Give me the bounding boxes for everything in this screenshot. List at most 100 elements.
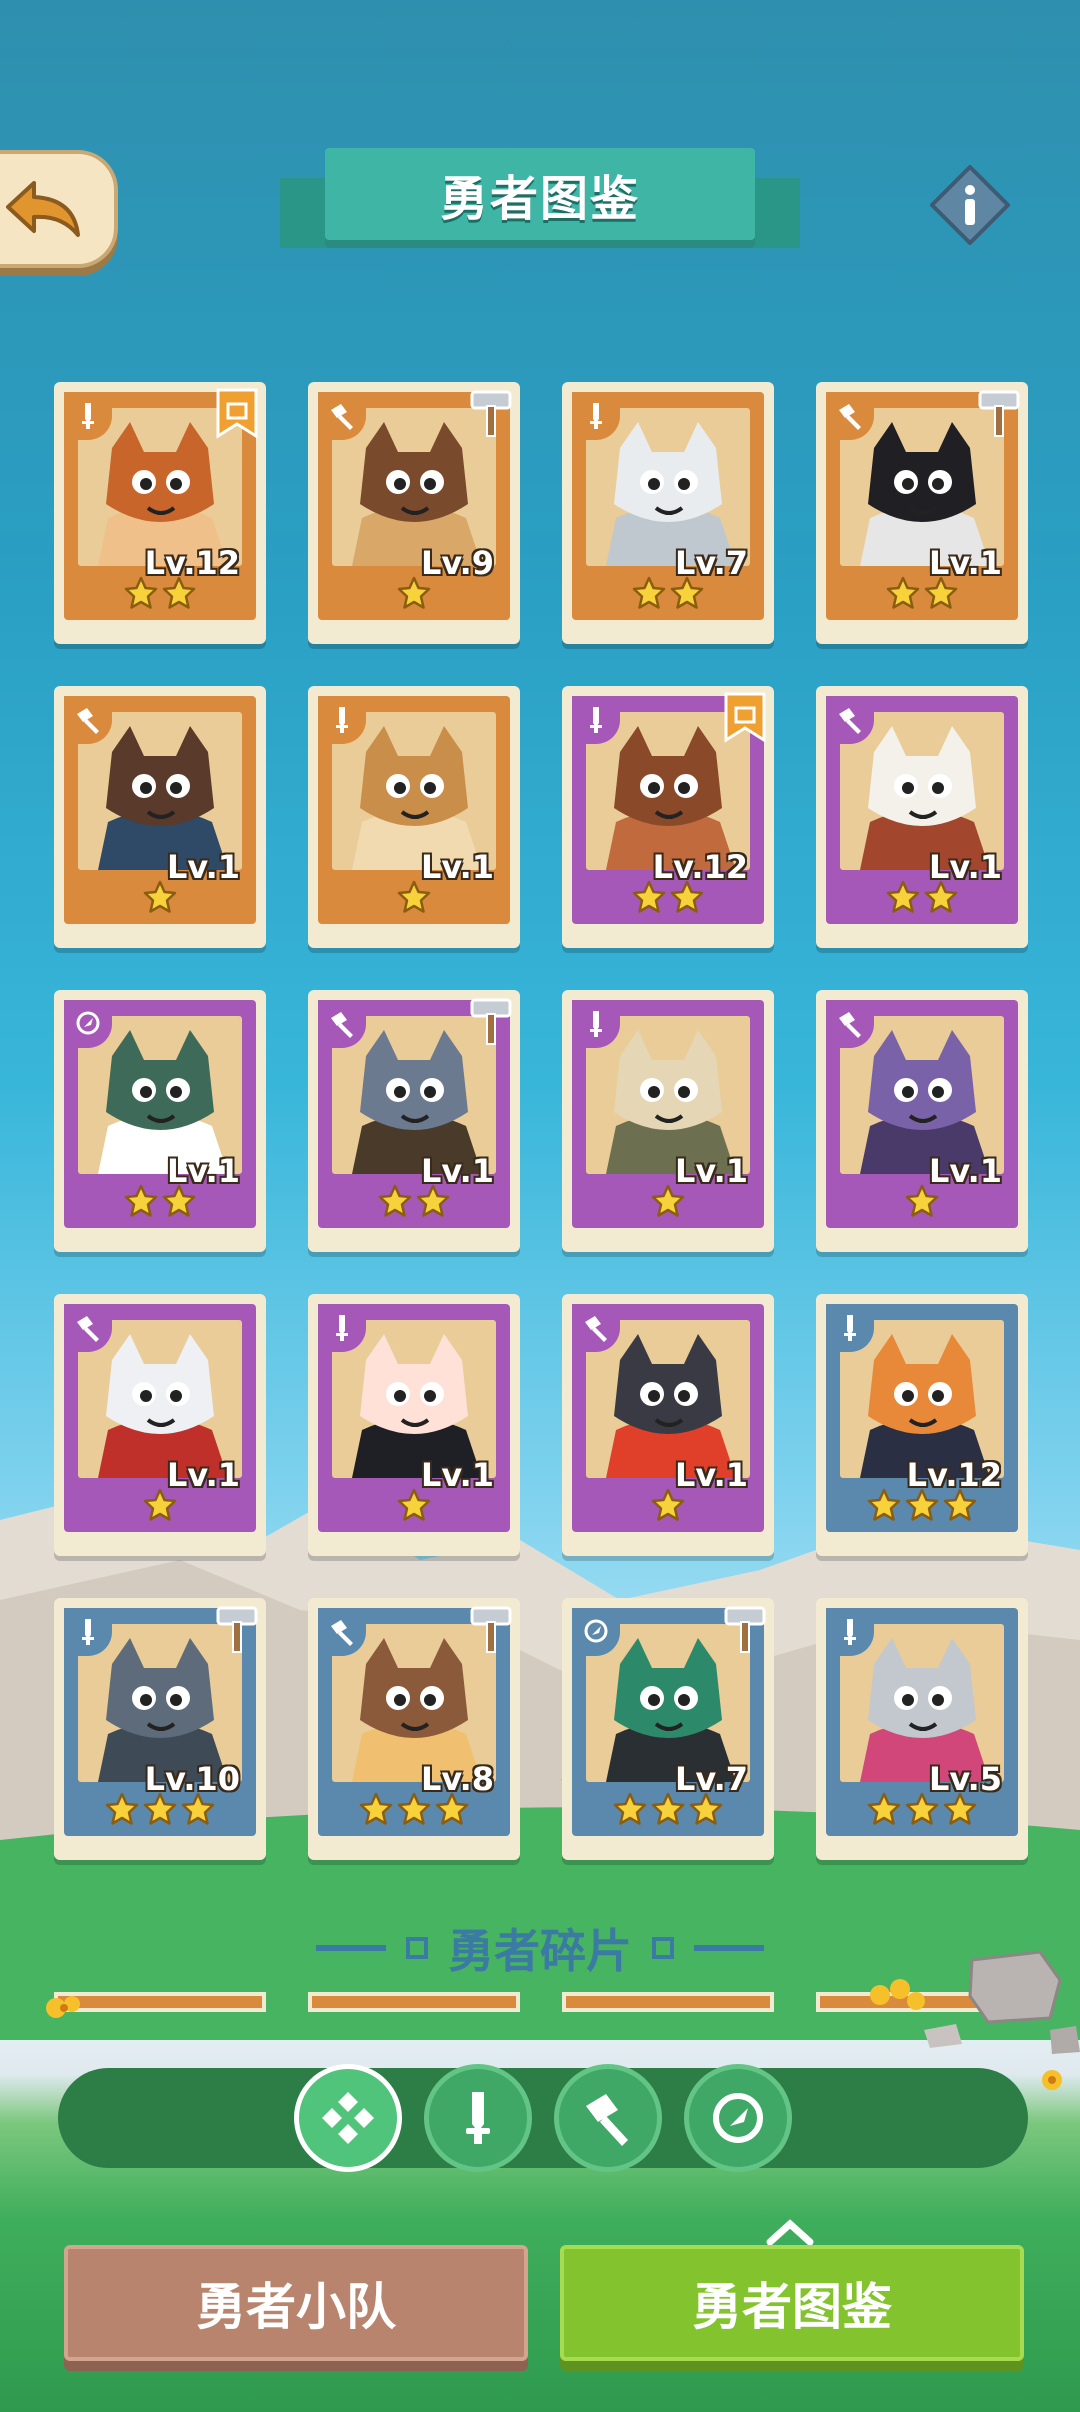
hero-card[interactable]: Lv.1 <box>54 686 266 948</box>
hero-card[interactable]: Lv.5 <box>816 1598 1028 1860</box>
star-icon <box>143 1792 177 1825</box>
hammer-tag-icon <box>216 1606 258 1653</box>
hammer-icon <box>839 404 861 430</box>
hammer-tag-icon <box>470 998 512 1045</box>
hero-star-rating <box>318 576 510 610</box>
sword-icon <box>336 707 348 733</box>
hero-codex-tab[interactable]: 勇者图鉴 <box>560 2245 1024 2361</box>
hero-star-rating <box>318 880 510 914</box>
hero-class-badge <box>826 392 874 440</box>
star-icon <box>670 576 704 609</box>
sword-icon <box>336 1315 348 1341</box>
flower-decoration <box>1042 2070 1062 2090</box>
title-banner: 勇者图鉴 <box>280 140 800 260</box>
hero-card[interactable]: Lv.1 <box>54 990 266 1252</box>
hero-class-badge <box>572 1304 620 1352</box>
hero-card[interactable]: Lv.1 <box>562 1294 774 1556</box>
hero-card-frame: Lv.10 <box>64 1606 258 1836</box>
star-icon <box>105 1792 139 1825</box>
hero-card[interactable]: Lv.1 <box>816 990 1028 1252</box>
hero-card[interactable]: Lv.12 <box>54 382 266 644</box>
star-icon <box>162 1184 196 1217</box>
hero-card[interactable]: Lv.1 <box>816 686 1028 948</box>
hero-card[interactable]: Lv.1 <box>54 1294 266 1556</box>
hero-star-rating <box>826 1792 1018 1826</box>
hero-card[interactable]: Lv.12 <box>562 686 774 948</box>
hero-star-rating <box>64 1488 256 1522</box>
star-icon <box>905 1488 939 1521</box>
hammer-tag-icon <box>978 390 1020 437</box>
hero-star-rating <box>826 880 1018 914</box>
title-plate: 勇者图鉴 <box>325 148 755 240</box>
active-tab-chevron-icon <box>766 2219 814 2246</box>
hero-card[interactable]: Lv.1 <box>308 686 520 948</box>
star-icon <box>397 880 431 913</box>
filter-compass-button[interactable] <box>684 2064 792 2172</box>
divider-square <box>652 1937 674 1959</box>
star-icon <box>924 880 958 913</box>
hero-class-badge <box>318 1000 366 1048</box>
upgrade-tag-icon <box>724 692 766 743</box>
hammer-tag-icon <box>470 1606 512 1653</box>
hero-star-rating <box>826 576 1018 610</box>
fragment-card[interactable] <box>562 1992 774 2012</box>
hero-card[interactable]: Lv.1 <box>308 1294 520 1556</box>
hammer-tag-icon <box>724 1606 766 1653</box>
hammer-icon <box>331 404 353 430</box>
hero-class-badge <box>64 1304 112 1352</box>
hero-card[interactable]: Lv.7 <box>562 1598 774 1860</box>
star-icon <box>397 576 431 609</box>
star-icon <box>143 1488 177 1521</box>
hero-card-frame: Lv.1 <box>826 390 1020 620</box>
hammer-tag-icon <box>470 390 512 437</box>
hero-card[interactable]: Lv.1 <box>562 990 774 1252</box>
hero-card[interactable]: Lv.10 <box>54 1598 266 1860</box>
hero-card-frame: Lv.1 <box>572 1000 764 1228</box>
filter-all-button[interactable] <box>294 2064 402 2172</box>
hero-star-rating <box>64 576 256 610</box>
back-button[interactable] <box>0 150 118 268</box>
hero-class-badge <box>318 696 366 744</box>
star-icon <box>632 576 666 609</box>
filter-sword-button[interactable] <box>424 2064 532 2172</box>
info-button[interactable] <box>929 164 1011 246</box>
hero-card[interactable]: Lv.9 <box>308 382 520 644</box>
hero-card-frame: Lv.1 <box>572 1304 764 1532</box>
fragment-card[interactable] <box>308 1992 520 2012</box>
hero-class-badge <box>318 1304 366 1352</box>
hero-card[interactable]: Lv.8 <box>308 1598 520 1860</box>
star-icon <box>905 1184 939 1217</box>
compass-icon <box>584 1619 608 1643</box>
star-icon <box>867 1792 901 1825</box>
hero-team-tab[interactable]: 勇者小队 <box>64 2245 528 2361</box>
hero-star-rating <box>318 1792 510 1826</box>
star-icon <box>651 1792 685 1825</box>
sword-icon <box>466 2092 490 2144</box>
hero-card-frame: Lv.1 <box>64 1304 256 1532</box>
hero-card[interactable]: Lv.1 <box>308 990 520 1252</box>
hero-card-frame: Lv.1 <box>826 1000 1018 1228</box>
sword-icon <box>82 403 94 429</box>
class-filter-bar <box>58 2068 1028 2168</box>
compass-icon <box>76 1011 100 1035</box>
hero-class-badge <box>572 1000 620 1048</box>
hero-card-frame: Lv.7 <box>572 1606 766 1836</box>
star-icon <box>359 1792 393 1825</box>
flower-decoration <box>46 1996 80 2018</box>
star-icon <box>124 1184 158 1217</box>
hammer-icon <box>77 708 99 734</box>
flower-decoration <box>870 1979 925 2010</box>
hero-card-frame: Lv.8 <box>318 1606 512 1836</box>
star-icon <box>397 1792 431 1825</box>
hero-star-rating <box>64 1184 256 1218</box>
hero-card[interactable]: Lv.7 <box>562 382 774 644</box>
hero-class-badge <box>826 1608 874 1656</box>
hero-card[interactable]: Lv.12 <box>816 1294 1028 1556</box>
star-icon <box>162 576 196 609</box>
hammer-icon <box>331 1012 353 1038</box>
sword-icon <box>590 1011 602 1037</box>
filter-hammer-button[interactable] <box>554 2064 662 2172</box>
star-icon <box>632 880 666 913</box>
star-icon <box>886 576 920 609</box>
hero-card[interactable]: Lv.1 <box>816 382 1028 644</box>
